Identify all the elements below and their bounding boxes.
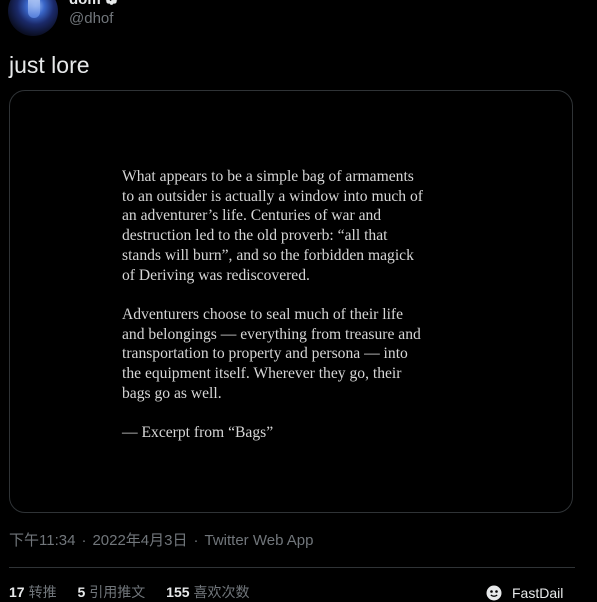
fastdail-label: FastDail [512, 585, 564, 601]
display-name[interactable]: dom [69, 0, 119, 9]
meta-separator: · [81, 532, 87, 549]
media-card[interactable]: What appears to be a simple bag of armam… [9, 90, 573, 513]
tweet-source[interactable]: Twitter Web App [205, 532, 314, 549]
quotes-count: 5 [77, 584, 86, 600]
avatar[interactable] [8, 0, 58, 36]
media-text: What appears to be a simple bag of armam… [122, 167, 472, 463]
media-paragraph: What appears to be a simple bag of armam… [122, 168, 423, 284]
quotes-label: 引用推文 [89, 584, 146, 600]
face-icon [486, 585, 502, 601]
likes-label: 喜欢次数 [193, 584, 250, 600]
fastdail-extension[interactable]: FastDail [486, 584, 563, 602]
tweet-stats: 17 转推 5 引用推文 155 喜欢次数 [9, 583, 267, 601]
user-handle[interactable]: @dhof [69, 10, 113, 28]
display-name-text[interactable]: dom [69, 0, 101, 8]
tweet-meta: 下午11:34 · 2022年4月3日 · Twitter Web App [9, 531, 313, 551]
media-excerpt-credit: — Excerpt from “Bags” [122, 424, 274, 442]
retweets-count: 17 [9, 584, 25, 600]
meta-separator: · [193, 532, 199, 549]
retweets-stat[interactable]: 17 转推 [9, 583, 57, 601]
tweet-text: just lore [9, 52, 90, 78]
likes-stat[interactable]: 155 喜欢次数 [166, 583, 249, 601]
quotes-stat[interactable]: 5 引用推文 [77, 583, 145, 601]
more-icon[interactable]: ··· [553, 0, 575, 6]
verified-badge-icon [105, 0, 117, 5]
retweets-label: 转推 [28, 584, 57, 600]
media-paragraph: Adventurers choose to seal much of their… [122, 305, 421, 402]
tweet-time[interactable]: 下午11:34 [9, 532, 75, 549]
tweet-date[interactable]: 2022年4月3日 [92, 532, 187, 549]
likes-count: 155 [166, 584, 190, 600]
divider [9, 567, 575, 568]
